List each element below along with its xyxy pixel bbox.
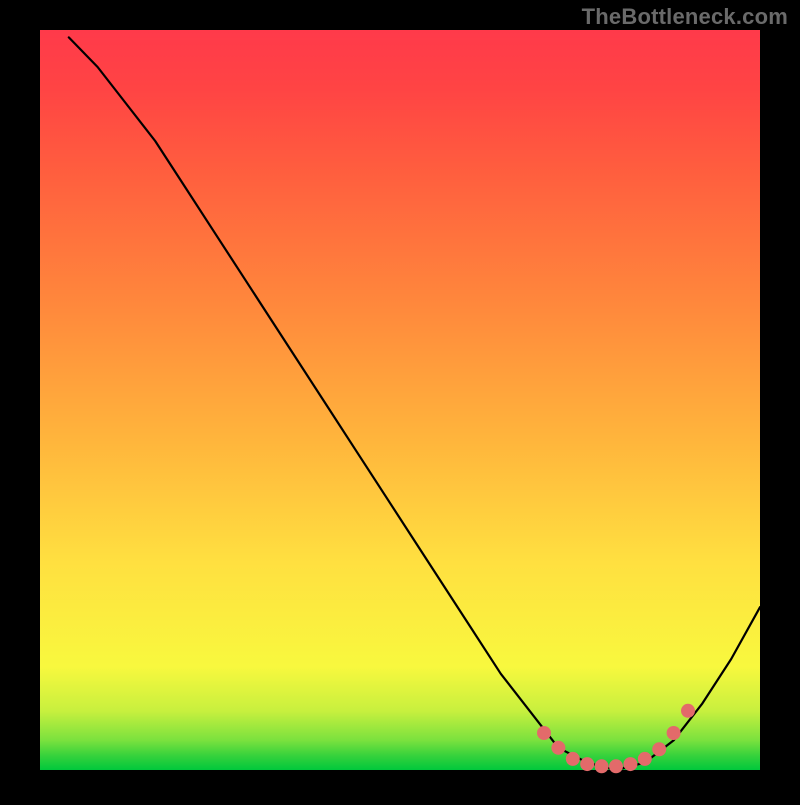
- optimal-zone-dot: [537, 726, 551, 740]
- optimal-zone-dot: [566, 752, 580, 766]
- optimal-zone-dot: [609, 759, 623, 773]
- optimal-zone-dot: [623, 757, 637, 771]
- optimal-zone-dot: [652, 742, 666, 756]
- optimal-zone-dot: [667, 726, 681, 740]
- chart-background: [40, 30, 760, 770]
- bottleneck-chart: TheBottleneck.com: [0, 0, 800, 800]
- optimal-zone-dot: [638, 752, 652, 766]
- optimal-zone-dot: [551, 741, 565, 755]
- optimal-zone-dot: [681, 704, 695, 718]
- chart-svg: [0, 0, 800, 800]
- optimal-zone-dot: [580, 757, 594, 771]
- optimal-zone-dot: [595, 759, 609, 773]
